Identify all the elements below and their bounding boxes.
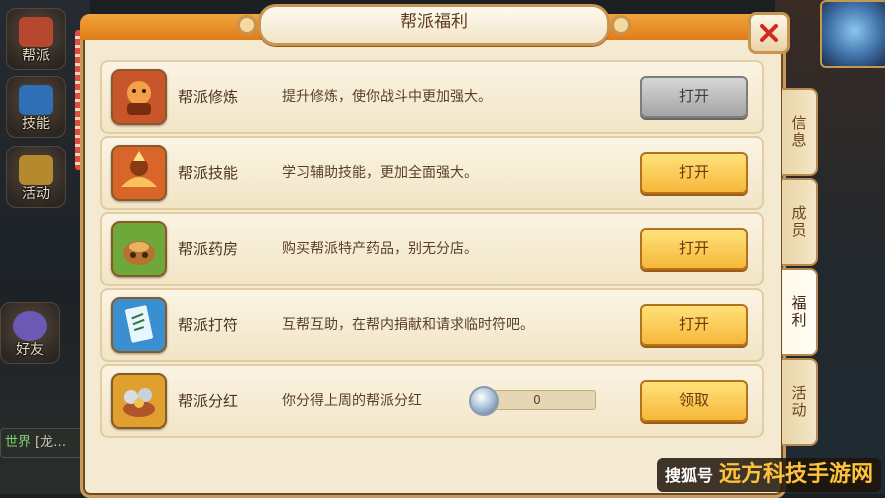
- hud-guild-label: 帮派: [22, 48, 50, 64]
- talisman-icon: [111, 297, 167, 353]
- watermark: 搜狐号 远方科技手游网: [656, 458, 881, 492]
- pharmacy-icon: [111, 221, 167, 277]
- cultivation-icon: [111, 69, 167, 125]
- chat-text: [龙…: [35, 435, 67, 450]
- row-name: 帮派打符: [178, 316, 239, 334]
- watermark-text: 远方科技手游网: [718, 462, 873, 487]
- row-name: 帮派修炼: [178, 88, 239, 106]
- row-description: 购买帮派特产药品，别无分店。: [282, 241, 478, 257]
- hud-skill-label: 技能: [22, 116, 50, 132]
- list-item-pharmacy: 帮派药房 购买帮派特产药品，别无分店。 打开: [100, 212, 764, 286]
- list-item-talisman: 帮派打符 互帮互助，在帮内捐献和请求临时符吧。 打开: [100, 288, 764, 362]
- row-description: 提升修炼，使你战斗中更加强大。: [282, 89, 492, 105]
- hud-activity-label: 活动: [22, 186, 50, 202]
- chat-preview[interactable]: 世界 [龙…: [0, 428, 86, 458]
- row-name: 帮派技能: [178, 164, 239, 182]
- tab-welfare[interactable]: 福利: [782, 268, 818, 356]
- watermark-prefix: 搜狐号: [664, 466, 713, 485]
- row-name: 帮派药房: [178, 240, 239, 258]
- row-description: 互帮互助，在帮内捐献和请求临时符吧。: [282, 317, 534, 333]
- hud-friends-label: 好友: [16, 342, 44, 358]
- skill-book-icon: [19, 85, 53, 115]
- panel-title-plate: 帮派福利: [237, 4, 631, 46]
- hud-guild-button[interactable]: 帮派: [6, 8, 66, 70]
- open-talisman-button[interactable]: 打开: [640, 304, 748, 346]
- open-pharmacy-button[interactable]: 打开: [640, 228, 748, 270]
- list-item-dividend: 帮派分红 你分得上周的帮派分红 0 领取: [100, 364, 764, 438]
- close-button[interactable]: [748, 12, 790, 54]
- chat-channel-tag: 世界: [5, 435, 32, 450]
- tab-info[interactable]: 信息: [782, 88, 818, 176]
- tab-activity[interactable]: 活动: [782, 358, 818, 446]
- guild-icon: [19, 17, 53, 47]
- row-name: 帮派分红: [178, 392, 239, 410]
- claim-dividend-button[interactable]: 领取: [640, 380, 748, 422]
- dividend-amount-bar: 0: [469, 386, 596, 416]
- tab-members[interactable]: 成员: [782, 178, 818, 266]
- hud-skill-button[interactable]: 技能: [6, 76, 66, 138]
- skill-icon: [111, 145, 167, 201]
- dividend-amount: 0: [533, 393, 541, 407]
- dividend-icon: [111, 373, 167, 429]
- open-cultivation-button[interactable]: 打开: [640, 76, 748, 118]
- panel-title: 帮派福利: [400, 12, 468, 32]
- list-item-skill: 帮派技能 学习辅助技能，更加全面强大。 打开: [100, 136, 764, 210]
- open-skill-button[interactable]: 打开: [640, 152, 748, 194]
- list-item-cultivation: 帮派修炼 提升修炼，使你战斗中更加强大。 打开: [100, 60, 764, 134]
- close-icon: [760, 24, 778, 42]
- hud-activity-button[interactable]: 活动: [6, 146, 66, 208]
- horn-icon: [19, 155, 53, 185]
- player-avatar[interactable]: [820, 0, 885, 68]
- hud-friends-button[interactable]: 好友: [0, 302, 60, 364]
- row-description: 你分得上周的帮派分红: [282, 393, 422, 409]
- row-description: 学习辅助技能，更加全面强大。: [282, 165, 478, 181]
- friends-icon: [13, 311, 47, 341]
